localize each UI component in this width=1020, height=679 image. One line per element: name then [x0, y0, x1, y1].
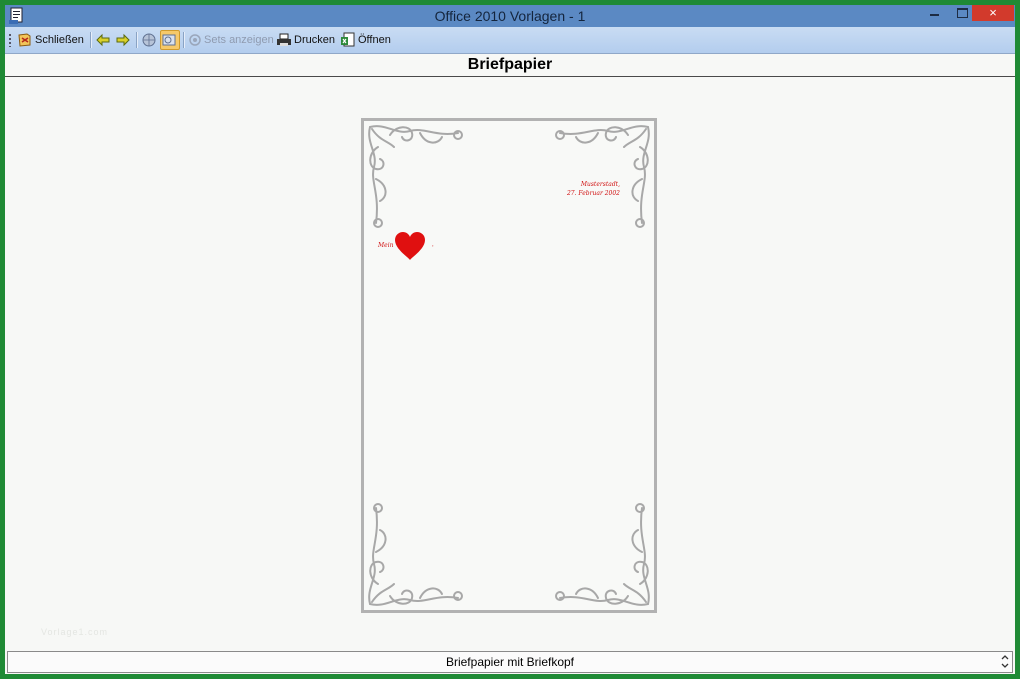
toolbar-separator: [183, 32, 185, 48]
toolbar-grip[interactable]: [9, 34, 11, 47]
close-doc-icon: [17, 32, 33, 48]
open-label: Öffnen: [358, 34, 391, 46]
close-document-button[interactable]: Schließen: [17, 31, 84, 49]
letter-salutation: Mein: [378, 242, 394, 249]
template-selector[interactable]: Briefpapier mit Briefkopf: [7, 651, 1013, 673]
toolbar-separator: [90, 32, 92, 48]
print-button[interactable]: Drucken: [276, 31, 335, 49]
template-selector-value: Briefpapier mit Briefkopf: [445, 655, 575, 669]
printer-icon: [276, 32, 292, 48]
print-label: Drucken: [294, 34, 335, 46]
title-bar: Office 2010 Vorlagen - 1 ×: [5, 5, 1015, 27]
letter-paper-preview[interactable]: Musterstadt, 27. Februar 2002 Mein ,: [361, 118, 657, 613]
letter-place: Musterstadt,: [580, 181, 620, 188]
toolbar: Schließen Sets anzeigen Drucken Öffnen: [5, 27, 1015, 54]
ornament-icon: [368, 125, 463, 228]
sets-icon: [188, 33, 202, 47]
window-title: Office 2010 Vorlagen - 1: [434, 8, 586, 24]
letter-place-date: Musterstadt, 27. Februar 2002: [567, 180, 620, 198]
salutation-comma: ,: [432, 242, 434, 248]
globe-icon: [141, 32, 157, 48]
letter-date: 27. Februar 2002: [566, 190, 620, 197]
preview-icon: [161, 32, 177, 48]
watermark: Vorlage1.com: [41, 627, 109, 637]
close-document-label: Schließen: [35, 34, 84, 46]
open-button[interactable]: Öffnen: [340, 31, 391, 49]
ornament-icon: [555, 125, 650, 228]
app-window: Office 2010 Vorlagen - 1 × Schließen Set…: [5, 5, 1015, 674]
preview-button[interactable]: [160, 30, 180, 50]
show-sets-button[interactable]: Sets anzeigen: [188, 31, 274, 49]
ornament-icon: [555, 503, 650, 606]
heart-icon: [395, 232, 425, 260]
chevron-updown-icon[interactable]: [1000, 653, 1010, 670]
forward-button[interactable]: [115, 31, 131, 49]
close-window-button[interactable]: ×: [972, 5, 1014, 21]
preview-area: Musterstadt, 27. Februar 2002 Mein , Vor…: [5, 77, 1015, 651]
open-file-icon: [340, 32, 356, 48]
back-button[interactable]: [95, 31, 111, 49]
minimize-button[interactable]: [921, 5, 947, 25]
ornament-icon: [368, 503, 463, 606]
show-sets-label: Sets anzeigen: [204, 34, 274, 46]
web-button[interactable]: [141, 31, 157, 49]
page-title: Briefpapier: [5, 54, 1015, 77]
toolbar-separator: [136, 32, 138, 48]
forward-arrow-icon: [115, 32, 131, 48]
back-arrow-icon: [95, 32, 111, 48]
